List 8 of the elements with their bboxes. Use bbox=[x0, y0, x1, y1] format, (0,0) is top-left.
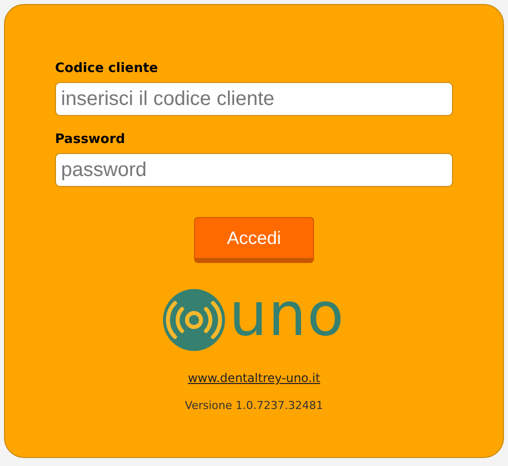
field-label: Password bbox=[55, 132, 126, 147]
input-field[interactable]: inserisci il codice cliente bbox=[55, 82, 453, 116]
input-field[interactable]: password bbox=[55, 153, 453, 187]
website-link[interactable]: www.dentaltrey-uno.it bbox=[188, 371, 320, 385]
field-label: Codice cliente bbox=[55, 61, 160, 76]
version-text: Versione 1.0.7237.32481 bbox=[184, 399, 324, 412]
logo-icon bbox=[163, 289, 226, 351]
logo-text: uno bbox=[229, 285, 345, 345]
